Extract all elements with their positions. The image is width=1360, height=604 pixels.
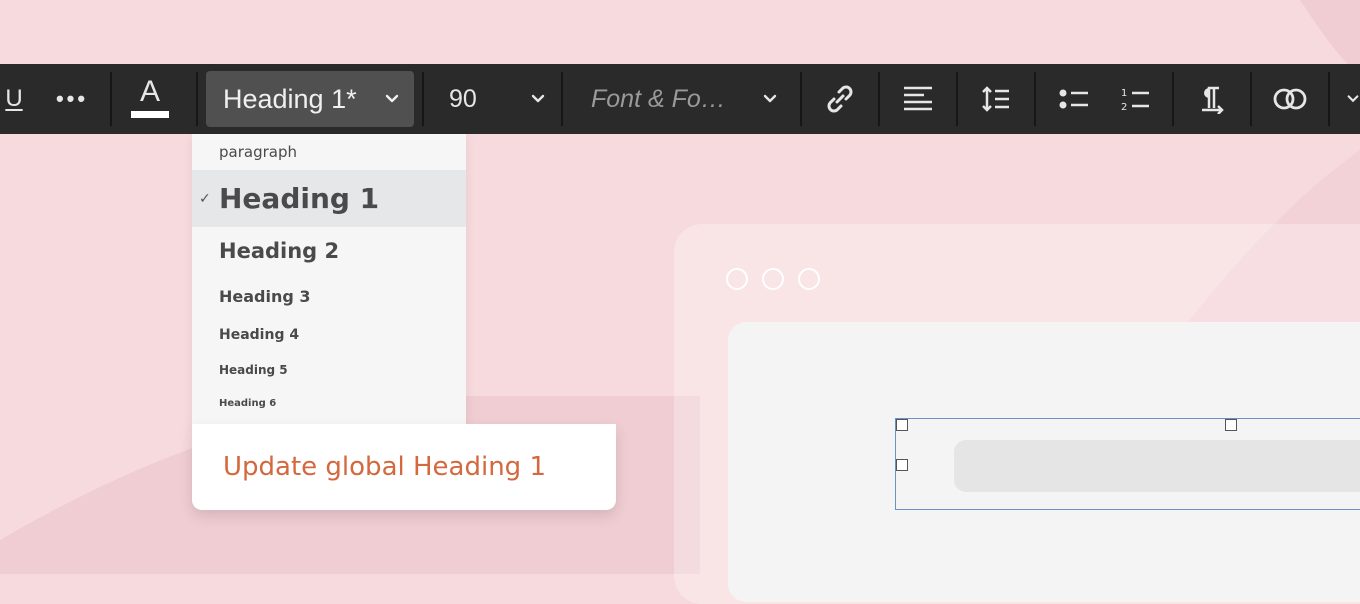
link-icon [823,82,857,116]
link-button[interactable] [812,64,868,134]
resize-handle-top-left[interactable] [896,419,908,431]
update-global-heading-label: Update global Heading 1 [223,452,546,482]
align-left-button[interactable] [890,64,946,134]
paragraph-icon [1199,84,1225,114]
dropdown-item-heading-1[interactable]: ✓ Heading 1 [192,170,466,227]
underline-button[interactable]: U [0,64,28,134]
selection-box[interactable] [895,418,1360,510]
font-size-select[interactable]: 90 [434,64,558,134]
dropdown-item-heading-3[interactable]: Heading 3 [192,275,466,317]
update-global-heading-button[interactable]: Update global Heading 1 [192,424,616,510]
chevron-down-icon[interactable] [1346,64,1360,134]
heading-style-value: Heading 1* [223,83,357,114]
svg-text:2: 2 [1121,102,1127,112]
align-left-icon [902,84,934,114]
font-family-select[interactable]: Font & Fo… [574,64,790,134]
chevron-down-icon [762,91,778,112]
numbered-list-icon: 12 [1121,86,1151,112]
underline-icon: U [5,85,23,112]
svg-text:1: 1 [1121,88,1127,99]
link-circles-icon [1273,87,1307,111]
window-dot-3 [798,268,820,290]
more-icon: ••• [55,86,89,111]
resize-handle-middle-left[interactable] [896,459,908,471]
dropdown-item-heading-2[interactable]: Heading 2 [192,227,466,275]
font-size-value: 90 [449,84,477,113]
text-color-icon: A [139,74,160,108]
resize-handle-top-center[interactable] [1225,419,1237,431]
numbered-list-button[interactable]: 12 [1108,64,1164,134]
paragraph-button[interactable] [1184,64,1240,134]
rich-text-toolbar: U ••• A Heading 1* 90 Font & Fo… 1 2 [0,64,1360,134]
line-height-button[interactable] [968,64,1024,134]
window-dot-2 [762,268,784,290]
font-family-value: Font & Fo… [591,84,726,113]
heading-style-dropdown: paragraph ✓ Heading 1 Heading 2 Heading … [192,134,466,426]
bullet-list-button[interactable] [1046,64,1102,134]
dropdown-item-paragraph[interactable]: paragraph [192,134,466,170]
check-icon: ✓ [199,190,211,207]
chevron-down-icon [530,91,546,112]
line-height-icon [981,85,1011,113]
chevron-down-icon [384,91,400,112]
dropdown-item-heading-5[interactable]: Heading 5 [192,353,466,387]
dropdown-item-heading-4[interactable]: Heading 4 [192,317,466,353]
more-button[interactable]: ••• [50,64,94,134]
text-color-button[interactable]: A [124,64,176,134]
window-dot-1 [726,268,748,290]
bullet-list-icon [1059,87,1089,111]
text-color-swatch [131,110,169,118]
link-circles-button[interactable] [1262,64,1318,134]
heading-style-select[interactable]: Heading 1* [206,71,414,127]
dropdown-item-heading-6[interactable]: Heading 6 [192,387,466,419]
